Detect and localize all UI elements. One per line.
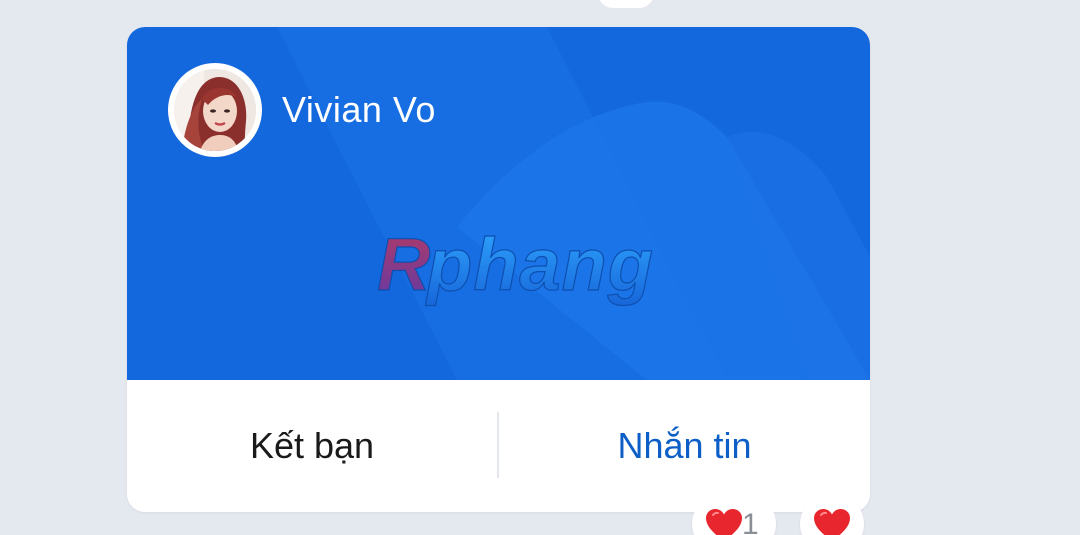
reaction-summary[interactable]: 1 xyxy=(692,494,776,535)
profile-card-banner[interactable]: Vivian Vo R phang xyxy=(127,27,870,380)
svg-text:R: R xyxy=(377,223,430,306)
add-friend-button[interactable]: Kết bạn xyxy=(127,380,497,512)
avatar-photo xyxy=(174,69,256,151)
heart-icon xyxy=(706,509,742,535)
svg-text:phang: phang xyxy=(425,223,654,306)
watermark-logo: R phang xyxy=(376,222,654,306)
previous-message-bubble xyxy=(598,0,654,8)
avatar[interactable] xyxy=(168,63,262,157)
profile-card-actions: Kết bạn Nhắn tin xyxy=(127,380,870,512)
profile-name[interactable]: Vivian Vo xyxy=(282,89,436,131)
profile-card[interactable]: Vivian Vo R phang Kết bạn Nhắn tin xyxy=(127,27,870,512)
send-message-button[interactable]: Nhắn tin xyxy=(499,380,870,512)
reaction-count: 1 xyxy=(742,508,759,535)
chat-screen: Vivian Vo R phang Kết bạn Nhắn tin 1 xyxy=(0,0,1080,535)
heart-icon xyxy=(814,509,850,535)
